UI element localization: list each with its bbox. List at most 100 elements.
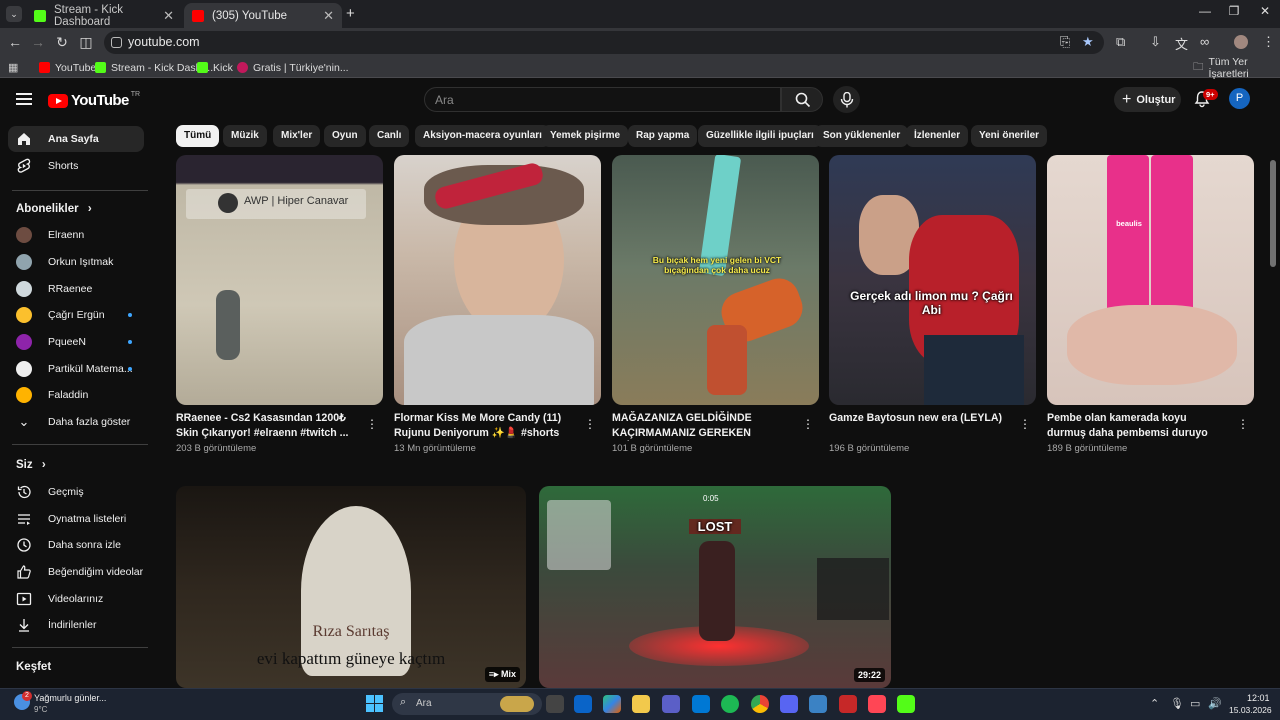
chip-gaming[interactable]: Oyun xyxy=(324,125,366,147)
create-button[interactable]: + Oluştur xyxy=(1114,87,1181,112)
profile-avatar-icon[interactable] xyxy=(1234,35,1248,49)
sidebar-item-downloads[interactable]: İndirilenler xyxy=(8,612,144,638)
short-title[interactable]: Pembe olan kamerada koyu durmuş daha pem… xyxy=(1047,411,1227,441)
more-options-icon[interactable]: ⋮ xyxy=(1019,417,1031,431)
split-view-icon[interactable]: ◫ xyxy=(77,33,95,51)
sidebar-item-channel[interactable]: Partikül Matema... xyxy=(8,356,144,382)
display-tray-icon[interactable]: ▭ xyxy=(1190,697,1200,710)
short-card[interactable]: AWP | Hiper Canavar RRaenee - Cs2 Kasası… xyxy=(176,155,383,454)
tab-kick-dashboard[interactable]: Stream - Kick Dashboard ✕ xyxy=(26,3,182,28)
short-card[interactable]: Bu bıçak hem yeni gelen bi VCT bıçağında… xyxy=(612,155,819,454)
mic-tray-icon[interactable]: 🎙 xyxy=(1170,697,1184,710)
sidebar-item-watch-later[interactable]: Daha sonra izle xyxy=(8,532,144,558)
account-avatar[interactable]: P xyxy=(1229,88,1250,109)
site-info-icon[interactable] xyxy=(111,37,122,48)
spotify-icon[interactable] xyxy=(721,695,739,713)
chip-music[interactable]: Müzik xyxy=(223,125,267,147)
start-button[interactable] xyxy=(366,695,383,712)
sidebar-item-channel[interactable]: Çağrı Ergün xyxy=(8,302,144,328)
short-card[interactable]: beaulis Pembe olan kamerada koyu durmuş … xyxy=(1047,155,1254,454)
short-title[interactable]: RRaenee - Cs2 Kasasından 1200₺ Skin Çıka… xyxy=(176,411,356,440)
file-explorer-icon[interactable] xyxy=(632,695,650,713)
chip-cooking[interactable]: Yemek pişirme xyxy=(542,125,629,147)
youtube-logo[interactable]: YouTube TR xyxy=(48,91,140,109)
video-thumbnail[interactable]: 0:05 LOST 29:22 xyxy=(539,486,891,688)
bookmark-kick[interactable]: Kick xyxy=(197,60,233,75)
chip-action-adventure[interactable]: Aksiyon-macera oyunları xyxy=(415,125,550,147)
teams-icon[interactable] xyxy=(662,695,680,713)
sidebar-item-home[interactable]: Ana Sayfa xyxy=(8,126,144,152)
sidebar-item-channel[interactable]: RRaenee xyxy=(8,276,144,302)
sidebar-item-your-videos[interactable]: Videolarınız xyxy=(8,586,144,612)
sidebar-item-channel[interactable]: Faladdin xyxy=(8,382,144,408)
address-bar[interactable]: youtube.com xyxy=(104,31,1104,54)
maximize-icon[interactable]: ❐ xyxy=(1219,4,1249,18)
bookmark-star-icon[interactable]: ★ xyxy=(1082,34,1094,50)
app-red-icon[interactable] xyxy=(839,695,857,713)
forward-icon[interactable]: → xyxy=(29,33,47,51)
install-app-icon[interactable]: ⎘ xyxy=(1060,34,1070,50)
app-icon[interactable] xyxy=(809,695,827,713)
more-options-icon[interactable]: ⋮ xyxy=(1237,417,1249,431)
more-options-icon[interactable]: ⋮ xyxy=(802,417,814,431)
clock-date[interactable]: 15.03.2026 xyxy=(1229,705,1272,715)
chip-watched[interactable]: İzlenenler xyxy=(906,125,969,147)
translate-icon[interactable]: 文 xyxy=(1175,34,1188,53)
sidebar-item-channel[interactable]: Elraenn xyxy=(8,222,144,248)
close-tab-icon[interactable]: ✕ xyxy=(163,8,174,24)
short-card[interactable]: Gerçek adı limon mu ? Çağrı Abi Gamze Ba… xyxy=(829,155,1036,454)
store-icon[interactable] xyxy=(692,695,710,713)
chip-live[interactable]: Canlı xyxy=(369,125,410,147)
downloads-icon[interactable]: ⇩ xyxy=(1150,34,1161,50)
clock-time[interactable]: 12:01 xyxy=(1247,693,1270,703)
video-thumbnail[interactable]: Rıza Sarıtaş evi kapattım güneye kaçtım … xyxy=(176,486,526,688)
kick-app-icon[interactable] xyxy=(897,695,915,713)
weather-widget[interactable]: 2 Yağmurlu günler... 9°C xyxy=(12,691,132,716)
reload-icon[interactable]: ↻ xyxy=(53,33,71,51)
chip-rap[interactable]: Rap yapma xyxy=(628,125,698,147)
volume-tray-icon[interactable]: 🔊 xyxy=(1208,697,1222,710)
chip-mixes[interactable]: Mix'ler xyxy=(273,125,321,147)
new-tab-button[interactable]: + xyxy=(346,5,355,22)
short-title[interactable]: MAĞAZANIZA GELDİĞİNDE KAÇIRMAMANIZ GEREK… xyxy=(612,411,792,441)
chip-all[interactable]: Tümü xyxy=(176,125,220,147)
extensions-icon[interactable]: ⧉ xyxy=(1116,34,1125,50)
apps-grid-icon[interactable]: ▦ xyxy=(8,61,18,74)
short-title[interactable]: Flormar Kiss Me More Candy (11) Rujunu D… xyxy=(394,411,574,440)
valorant-icon[interactable] xyxy=(868,695,886,713)
copilot-icon[interactable] xyxy=(603,695,621,713)
minimize-icon[interactable]: — xyxy=(1190,4,1220,18)
chrome-icon[interactable] xyxy=(751,695,769,713)
outlook-icon[interactable] xyxy=(574,695,592,713)
sidebar-item-shorts[interactable]: Shorts xyxy=(8,153,144,179)
task-view-icon[interactable] xyxy=(546,695,564,713)
short-thumbnail[interactable]: AWP | Hiper Canavar xyxy=(176,155,383,405)
more-options-icon[interactable]: ⋮ xyxy=(584,417,596,431)
short-thumbnail[interactable]: Gerçek adı limon mu ? Çağrı Abi xyxy=(829,155,1036,405)
taskbar-search[interactable]: ⌕ Ara xyxy=(392,693,542,715)
short-thumbnail[interactable]: beaulis xyxy=(1047,155,1254,405)
sidebar-item-channel[interactable]: PqueeN xyxy=(8,329,144,355)
page-scrollbar[interactable] xyxy=(1270,160,1276,267)
menu-icon[interactable] xyxy=(16,93,32,105)
more-options-icon[interactable]: ⋮ xyxy=(366,417,378,431)
search-input[interactable] xyxy=(435,92,765,108)
search-box[interactable] xyxy=(424,87,781,112)
you-heading[interactable]: Siz › xyxy=(16,459,46,471)
bookmark-gratis[interactable]: Gratis | Türkiye'nin... xyxy=(237,60,349,75)
bookmark-youtube[interactable]: YouTube xyxy=(39,60,96,75)
chip-recently-uploaded[interactable]: Son yüklenenler xyxy=(815,125,909,147)
show-more-button[interactable]: ⌄ Daha fazla göster xyxy=(8,409,144,435)
sidebar-item-playlists[interactable]: Oynatma listeleri xyxy=(8,506,144,532)
sidebar-item-history[interactable]: Geçmiş xyxy=(8,479,144,505)
link-icon[interactable]: ∞ xyxy=(1200,34,1209,49)
sidebar-item-liked-videos[interactable]: Beğendiğim videolar xyxy=(8,559,144,585)
tray-overflow-icon[interactable]: ⌃ xyxy=(1150,697,1159,710)
back-icon[interactable]: ← xyxy=(6,33,24,51)
url-text[interactable]: youtube.com xyxy=(128,35,200,49)
sidebar-item-channel[interactable]: Orkun Işıtmak xyxy=(8,249,144,275)
all-bookmarks-folder[interactable]: 🗀 Tüm Yer İşaretleri xyxy=(1193,56,1280,80)
short-card[interactable]: Flormar Kiss Me More Candy (11) Rujunu D… xyxy=(394,155,601,454)
menu-dots-icon[interactable]: ⋮ xyxy=(1262,34,1275,50)
tab-youtube[interactable]: (305) YouTube ✕ xyxy=(184,3,342,28)
